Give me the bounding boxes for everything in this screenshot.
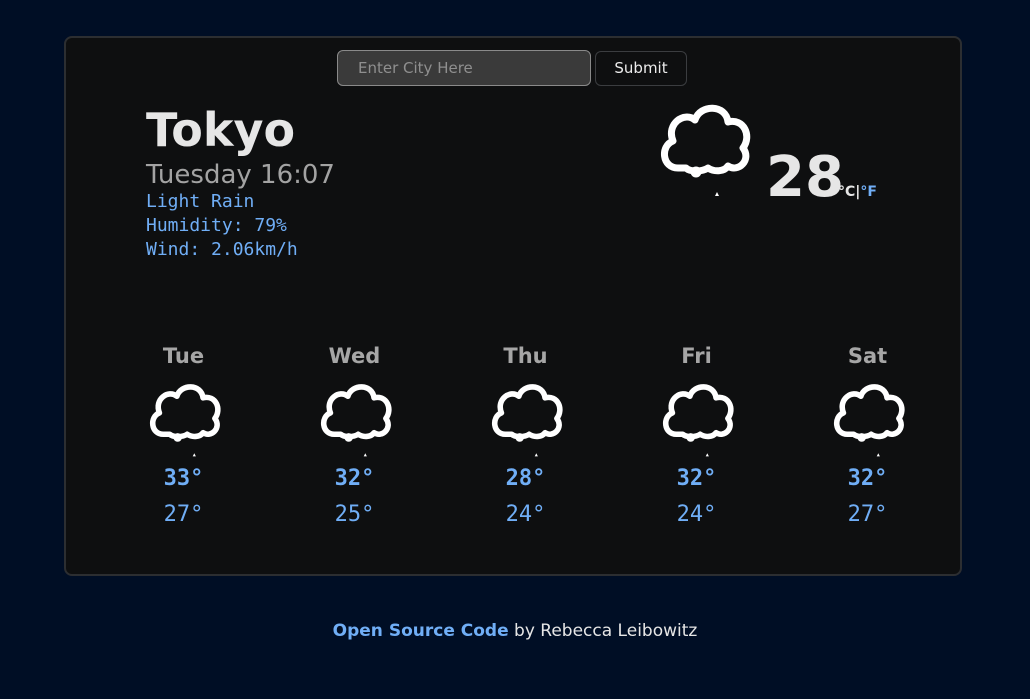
forecast-day: Fri 32° 24° (611, 342, 782, 530)
forecast-day: Wed 32° 25° (269, 342, 440, 530)
humidity-value: Humidity: 79% (146, 215, 287, 236)
cloud-rain-icon (320, 384, 392, 457)
celsius-unit: °C (838, 184, 856, 200)
forecast-min-temp: 27° (847, 502, 888, 527)
forecast-day-name: Thu (503, 344, 548, 368)
open-source-code-link[interactable]: Open Source Code (333, 621, 509, 641)
forecast-day-name: Fri (681, 344, 712, 368)
unit-toggle: °C|°F (838, 182, 877, 202)
wind-value: Wind: 2.06km/h (146, 239, 298, 260)
forecast-min-temp: 24° (676, 502, 717, 527)
weather-card: Submit Tokyo Tuesday 16:07 Light Rain Hu… (64, 36, 962, 576)
forecast-min-temp: 27° (163, 502, 204, 527)
forecast-day: Thu 28° 24° (440, 342, 611, 530)
cloud-rain-icon (491, 384, 563, 457)
cloud-rain-icon (149, 384, 221, 457)
footer: Open Source Code by Rebecca Leibowitz (0, 619, 1030, 643)
forecast-max-temp: 28° (505, 466, 546, 491)
footer-author: by Rebecca Leibowitz (508, 621, 698, 641)
forecast-max-temp: 32° (847, 466, 888, 491)
forecast-row: Tue 33° 27° Wed 32° 25° Thu 28° 24° Fri … (98, 342, 953, 530)
forecast-day-name: Tue (162, 344, 205, 368)
cloud-rain-icon (833, 384, 905, 457)
forecast-max-temp: 33° (163, 466, 204, 491)
forecast-min-temp: 24° (505, 502, 546, 527)
cloud-rain-icon (662, 384, 734, 457)
current-temperature: 28 (766, 145, 844, 210)
weather-description: Light Rain (146, 191, 255, 212)
forecast-max-temp: 32° (334, 466, 375, 491)
current-datetime: Tuesday 16:07 (146, 160, 335, 190)
search-form: Submit (337, 50, 687, 86)
fahrenheit-link[interactable]: °F (860, 184, 877, 200)
forecast-day: Sat 32° 27° (782, 342, 953, 530)
cloud-rain-icon (661, 104, 751, 196)
forecast-max-temp: 32° (676, 466, 717, 491)
forecast-day: Tue 33° 27° (98, 342, 269, 530)
city-search-input[interactable] (337, 50, 591, 86)
forecast-min-temp: 25° (334, 502, 375, 527)
forecast-day-name: Sat (847, 344, 888, 368)
forecast-day-name: Wed (328, 344, 381, 368)
submit-button[interactable]: Submit (595, 50, 687, 86)
weather-details: Light Rain Humidity: 79% Wind: 2.06km/h (146, 190, 298, 262)
city-name: Tokyo (146, 103, 296, 157)
